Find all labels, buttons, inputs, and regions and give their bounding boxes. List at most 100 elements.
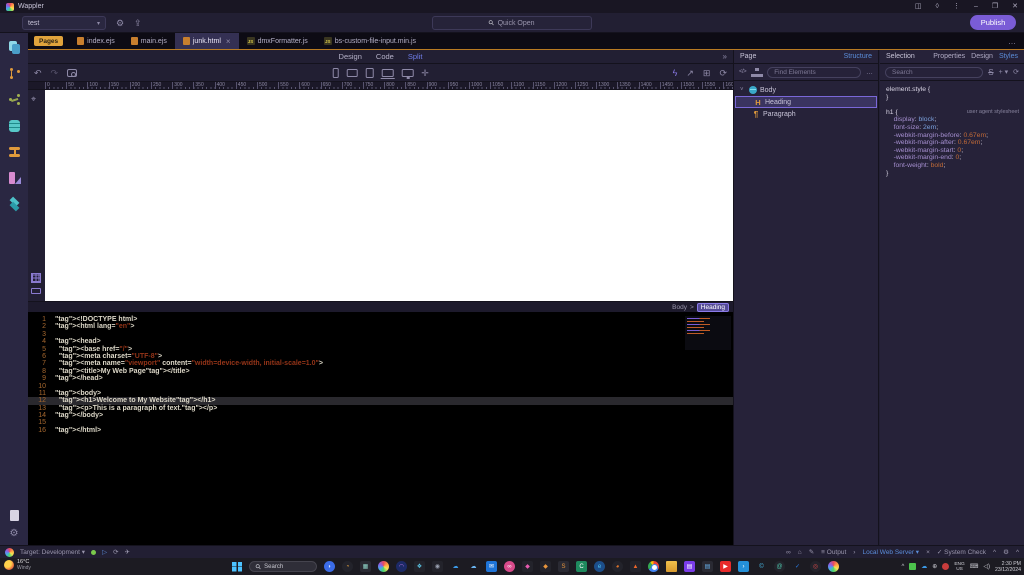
css-rule[interactable]: -webkit-margin-before: 0.67em; <box>886 132 1019 140</box>
redo-icon[interactable]: ↷ <box>51 68 59 79</box>
edit-status-icon[interactable]: ✎ <box>809 548 814 556</box>
tree-item-body[interactable]: ˅Body <box>734 84 878 96</box>
code-line[interactable]: 9"tag"></head> <box>28 375 733 382</box>
code-editor[interactable]: 1"tag"><!DOCTYPE html>2"tag"><html lang=… <box>28 312 733 545</box>
target-selector[interactable]: Target: Development ▾ <box>20 548 85 556</box>
live-data-bolt-icon[interactable]: ϟ <box>673 68 678 78</box>
overflow-menu-icon[interactable]: ⋮ <box>953 0 960 13</box>
strike-style-icon[interactable]: S <box>988 68 993 77</box>
loop-icon[interactable]: ∞ <box>504 561 515 572</box>
responsive-resize-icon[interactable]: ✛ <box>421 68 429 79</box>
collapse-icon-2[interactable]: ^ <box>1016 549 1019 556</box>
orange-app-icon[interactable]: ◆ <box>540 561 551 572</box>
structure-link[interactable]: Structure <box>844 53 872 60</box>
clock[interactable]: 2:30 PM 23/12/2024 <box>995 561 1021 573</box>
project-select[interactable]: test ▾ <box>22 16 106 30</box>
close-button[interactable]: ✕ <box>1012 0 1018 13</box>
chrome-icon[interactable] <box>648 561 659 572</box>
calculator-icon[interactable]: ▦ <box>360 561 371 572</box>
upload-status-icon[interactable]: ⌂ <box>798 549 802 556</box>
quick-open-button[interactable]: ⚲ Quick Open <box>432 16 592 30</box>
options-gear-icon[interactable]: ⚙ <box>10 529 19 539</box>
word-icon[interactable]: ▤ <box>684 561 695 572</box>
wappler-icon[interactable] <box>378 561 389 572</box>
notes-icon[interactable] <box>10 510 19 521</box>
minimize-button[interactable]: – <box>974 0 978 13</box>
code-line[interactable]: 4"tag"><head> <box>28 338 733 345</box>
code-line[interactable]: 1"tag"><!DOCTYPE html> <box>28 316 733 323</box>
code-line[interactable]: 14"tag"></body> <box>28 412 733 419</box>
performance-monitor-icon[interactable]: ◔ <box>342 561 353 572</box>
weather-widget[interactable]: 16°C Windy <box>4 559 31 571</box>
server-selector[interactable]: Local Web Server ▾ <box>862 548 919 556</box>
copyright-app-icon[interactable]: © <box>756 561 767 572</box>
view-mode-split[interactable]: Split <box>408 52 423 61</box>
export-icon[interactable]: ↗ <box>686 68 694 79</box>
refresh-icon[interactable]: ⟳ <box>719 68 727 79</box>
tablet-landscape-viewport-icon[interactable] <box>346 69 357 77</box>
git-manager-icon[interactable] <box>8 67 21 81</box>
firefox-nightly-icon[interactable]: ◠ <box>396 561 407 572</box>
design-assets-icon[interactable] <box>8 171 21 185</box>
desktop-viewport-icon[interactable] <box>401 69 413 77</box>
camera-icon[interactable]: ◉ <box>432 561 443 572</box>
workflows-icon[interactable] <box>8 145 21 159</box>
page-panel-more-icon[interactable]: … <box>866 69 873 76</box>
grid-tool-icon[interactable] <box>31 273 41 283</box>
tablet-portrait-viewport-icon[interactable] <box>365 68 373 78</box>
tree-item-paragraph[interactable]: ¶Paragraph <box>734 108 878 120</box>
onedrive-sync-icon[interactable]: ☁ <box>468 561 479 572</box>
styles-tab-styles[interactable]: Styles <box>999 53 1018 60</box>
status-gear-icon[interactable]: ⚙ <box>1003 548 1009 556</box>
file-tab-bs-custom-file-input.min.js[interactable]: JSbs-custom-file-input.min.js <box>316 33 424 49</box>
undo-icon[interactable]: ↶ <box>34 68 42 79</box>
layers-icon[interactable] <box>8 197 21 211</box>
edge-icon[interactable]: e <box>594 561 605 572</box>
notes-app-icon[interactable]: ▤ <box>702 561 713 572</box>
node-status-icon[interactable]: ∞ <box>786 549 791 556</box>
code-minimap[interactable] <box>685 316 731 350</box>
file-tab-index.ejs[interactable]: index.ejs <box>69 33 123 49</box>
chevron-expanded-icon[interactable]: ˅ <box>740 87 746 93</box>
css-rule[interactable]: -webkit-margin-end: 0; <box>886 154 1019 162</box>
check-app-icon[interactable]: ✓ <box>792 561 803 572</box>
file-tab-main.ejs[interactable]: main.ejs <box>123 33 175 49</box>
styles-tab-design[interactable]: Design <box>971 53 993 60</box>
api-connector-icon[interactable] <box>8 93 21 107</box>
container-tool-icon[interactable] <box>31 288 41 294</box>
system-check[interactable]: ✓ System Check <box>937 548 986 556</box>
copilot-icon[interactable]: ◗ <box>324 561 335 572</box>
tray-chevron-icon[interactable]: ^ <box>901 564 904 570</box>
screenshot-camera-icon[interactable] <box>67 69 77 77</box>
select-tool-icon[interactable]: ⌖ <box>31 94 36 105</box>
run-icon[interactable]: ▷ <box>102 548 107 556</box>
panel-layout-icon[interactable]: ◫ <box>915 0 922 13</box>
photos-icon[interactable]: ❖ <box>414 561 425 572</box>
tray-globe-icon[interactable]: ⊕ <box>932 563 937 570</box>
tab-overflow-icon[interactable]: … <box>1008 37 1024 46</box>
close-tab-icon[interactable]: × <box>226 37 231 46</box>
pages-badge-button[interactable]: Pages <box>34 36 63 46</box>
styles-search-input[interactable]: Search <box>885 67 983 78</box>
code-line[interactable]: 6 "tag"><meta charset="UTF-8"> <box>28 353 733 360</box>
c-app-icon[interactable]: C <box>576 561 587 572</box>
phone-viewport-icon[interactable] <box>332 68 338 78</box>
css-rules-view[interactable]: element.style {} h1 {user agent styleshe… <box>880 81 1024 177</box>
code-view-icon[interactable]: </> <box>739 69 746 75</box>
toolbar-overflow-icon[interactable]: » <box>723 52 727 61</box>
code-line[interactable]: 7 "tag"><meta name="viewport" content="w… <box>28 360 733 367</box>
file-tab-junk.html[interactable]: junk.html× <box>175 33 239 49</box>
target-app-icon[interactable]: ◎ <box>810 561 821 572</box>
youtube-icon[interactable]: ▶ <box>720 561 731 572</box>
sphere-app-icon[interactable] <box>828 561 839 572</box>
code-line[interactable]: 16"tag"></html> <box>28 427 733 434</box>
code-line[interactable]: 12 "tag"><h1>Welcome to My Website"tag">… <box>28 397 733 404</box>
css-rule[interactable]: -webkit-margin-start: 0; <box>886 147 1019 155</box>
css-rule[interactable]: font-weight: bold; <box>886 162 1019 170</box>
code-line[interactable]: 5 "tag"><base href="/"> <box>28 346 733 353</box>
touch-keyboard-icon[interactable]: ⌨ <box>970 563 979 570</box>
code-line[interactable]: 8 "tag"><title>My Web Page"tag"></title> <box>28 368 733 375</box>
settings-gear-icon[interactable]: ⚙ <box>116 16 124 30</box>
css-rule[interactable]: display: block; <box>886 116 1019 124</box>
styles-tab-properties[interactable]: Properties <box>933 53 965 60</box>
